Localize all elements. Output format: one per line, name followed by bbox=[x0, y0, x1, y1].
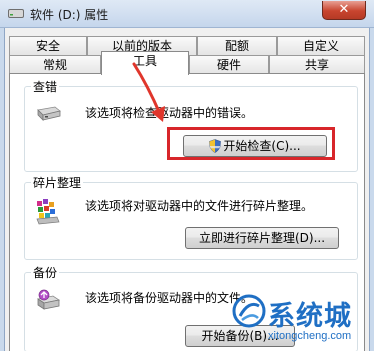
tab-quota[interactable]: 配额 bbox=[197, 36, 277, 56]
tab-customize[interactable]: 自定义 bbox=[277, 36, 365, 56]
tab-sharing[interactable]: 共享 bbox=[269, 55, 365, 75]
hard-drive-icon bbox=[37, 106, 61, 121]
tab-general[interactable]: 常规 bbox=[9, 55, 101, 75]
backup-description: 该选项将备份驱动器中的文件。 bbox=[85, 291, 254, 305]
tab-hardware[interactable]: 硬件 bbox=[189, 55, 269, 75]
defrag-description: 该选项将对驱动器中的文件进行碎片整理。 bbox=[85, 199, 314, 213]
watermark-logo-icon bbox=[232, 294, 266, 328]
window-title: 软件 (D:) 属性 bbox=[30, 8, 109, 22]
watermark-brand: 系统城 bbox=[268, 301, 352, 332]
title-bar: 软件 (D:) 属性 ✕ bbox=[0, 0, 374, 28]
defragment-now-button[interactable]: 立即进行碎片整理(D)... bbox=[185, 227, 339, 249]
defrag-icon bbox=[36, 199, 60, 225]
error-check-title: 查错 bbox=[31, 78, 60, 95]
drive-icon bbox=[8, 9, 24, 18]
tab-security[interactable]: 安全 bbox=[9, 36, 87, 56]
watermark-url: xitongcheng.com bbox=[268, 330, 352, 342]
close-button[interactable]: ✕ bbox=[322, 1, 366, 20]
highlight-box bbox=[167, 127, 335, 160]
annotation-arrow-icon bbox=[132, 62, 165, 122]
backup-title: 备份 bbox=[31, 264, 60, 281]
defrag-group: 碎片整理 该选项将对驱动器中的文件进行碎片整理。 立即进行碎片整理(D)... bbox=[24, 174, 358, 260]
backup-icon bbox=[36, 289, 61, 310]
defrag-title: 碎片整理 bbox=[31, 174, 84, 191]
